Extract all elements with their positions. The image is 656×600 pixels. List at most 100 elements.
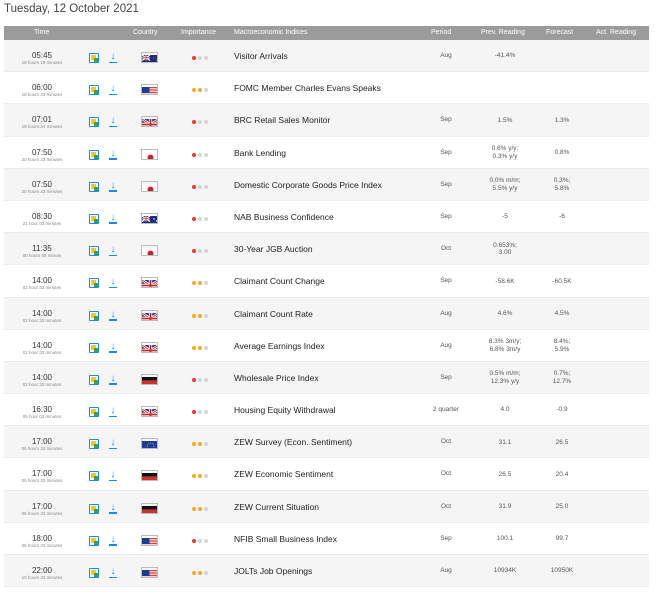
- add-to-calendar-icon[interactable]: [89, 53, 99, 63]
- add-to-calendar-icon[interactable]: [89, 181, 99, 192]
- table-row[interactable]: 05:45 18 hours 18 minutes ↓ Visitor Arrival…: [4, 40, 649, 73]
- table-row[interactable]: 14:00 02 hour 33 minutes ↓ Wholesale Price …: [4, 361, 649, 395]
- download-icon[interactable]: ↓: [108, 245, 118, 257]
- event-countdown: 18 hours 33 minutes: [21, 92, 63, 98]
- header-period[interactable]: Period: [431, 26, 451, 40]
- add-to-calendar-icon[interactable]: [89, 213, 99, 224]
- table-row[interactable]: 17:00 05 hours 33 minutes ↓ ZEW Economic Se…: [4, 458, 649, 491]
- importance-indicator: [192, 538, 210, 544]
- table-row[interactable]: 07:50 20 hours 23 minutes ↓ Bank Lending Sep…: [4, 136, 649, 169]
- add-to-calendar-icon[interactable]: [89, 535, 99, 546]
- forecast-line: 5.9%: [554, 345, 570, 353]
- indicator-name[interactable]: ZEW Current Situation: [234, 502, 319, 512]
- download-icon[interactable]: ↓: [108, 148, 118, 160]
- add-to-calendar-icon[interactable]: [89, 374, 99, 385]
- table-row[interactable]: 11:35 00 hours 08 minute ↓ 30-Year JGB Auct…: [4, 233, 649, 266]
- indicator-name[interactable]: ZEW Survey (Econ. Sentiment): [234, 437, 352, 447]
- header-actual-reading[interactable]: Act. Reading: [596, 26, 636, 40]
- table-row[interactable]: 07:50 20 hours 23 minutes ↓ Domestic Corpor…: [4, 168, 649, 201]
- indicator-name[interactable]: ZEW Economic Sentiment: [234, 469, 333, 479]
- indicator-name[interactable]: BRC Retail Sales Monitor: [234, 115, 330, 125]
- forecast: 26.5: [534, 426, 590, 458]
- table-row[interactable]: 14:00 02 hour 33 minutes ↓ Claimant Count C…: [4, 265, 649, 298]
- add-to-calendar-icon[interactable]: [89, 439, 99, 450]
- importance-dot: [204, 571, 208, 575]
- indicator-name[interactable]: JOLTs Job Openings: [234, 566, 312, 576]
- event-countdown: 19 hours 34 minutes: [21, 124, 63, 130]
- indicator-name[interactable]: Bank Lending: [234, 148, 286, 158]
- download-icon[interactable]: ↓: [108, 212, 118, 224]
- table-row[interactable]: 18:00 06 hours 33 minutes ↓ NFIB Small Busi…: [4, 522, 649, 555]
- importance-dot: [192, 571, 196, 575]
- add-to-calendar-icon[interactable]: [89, 117, 99, 128]
- indicator-name[interactable]: Claimant Count Change: [234, 276, 325, 286]
- add-to-calendar-icon[interactable]: [89, 342, 99, 353]
- download-icon[interactable]: ↓: [108, 534, 118, 546]
- importance-indicator: [192, 120, 210, 125]
- table-row[interactable]: 22:00 10 hours 33 minutes ↓ JOLTs Job Openi…: [4, 555, 649, 588]
- indicator-name[interactable]: Wholesale Price Index: [234, 373, 319, 383]
- download-icon[interactable]: ↓: [108, 309, 118, 321]
- download-icon[interactable]: ↓: [108, 470, 118, 482]
- download-icon[interactable]: ↓: [108, 341, 118, 353]
- add-to-calendar-icon[interactable]: [89, 310, 99, 321]
- importance-dot: [198, 216, 202, 221]
- download-icon[interactable]: ↓: [108, 438, 118, 450]
- event-countdown: 10 hours 33 minutes: [21, 575, 63, 580]
- indicator-name[interactable]: Claimant Count Rate: [234, 309, 313, 319]
- importance-dot: [198, 184, 202, 189]
- download-icon[interactable]: ↓: [108, 502, 118, 514]
- add-to-calendar-icon[interactable]: [89, 568, 99, 578]
- download-icon[interactable]: ↓: [108, 52, 118, 63]
- header-forecast[interactable]: Forecast: [546, 26, 573, 40]
- table-row[interactable]: 17:00 05 hours 33 minutes ↓ ZEW Survey (Eco…: [4, 426, 649, 459]
- add-to-calendar-icon[interactable]: [89, 85, 99, 96]
- indicator-name[interactable]: Housing Equity Withdrawal: [234, 405, 336, 415]
- event-period: Sep: [440, 180, 452, 188]
- header-prev-reading[interactable]: Prev. Reading: [481, 26, 525, 40]
- indicator-name[interactable]: Average Earnings Index: [234, 341, 325, 351]
- download-icon[interactable]: ↓: [108, 406, 118, 418]
- indicator-name[interactable]: FOMC Member Charles Evans Speaks: [234, 83, 381, 93]
- table-row[interactable]: 14:00 02 hour 33 minutes ↓ Claimant Count R…: [4, 297, 649, 330]
- add-to-calendar-icon[interactable]: [89, 471, 99, 482]
- indicator-name[interactable]: Visitor Arrivals: [234, 51, 288, 61]
- event-period: Aug: [440, 52, 452, 59]
- forecast: 20.4: [534, 458, 590, 490]
- event-period: Aug: [440, 567, 452, 574]
- download-icon[interactable]: ↓: [108, 567, 118, 578]
- add-to-calendar-icon[interactable]: [89, 503, 99, 514]
- table-row[interactable]: 07:01 19 hours 34 minutes ↓ BRC Retail Sale…: [4, 104, 649, 137]
- indicator-name[interactable]: NAB Business Confidence: [234, 212, 334, 222]
- indicator-name[interactable]: 30-Year JGB Auction: [234, 244, 313, 254]
- download-icon[interactable]: ↓: [108, 277, 118, 289]
- table-row[interactable]: 06:00 18 hours 33 minutes ↓ FOMC Member Cha…: [4, 72, 649, 105]
- header-country[interactable]: Country: [133, 26, 158, 40]
- indicator-name[interactable]: Domestic Corporate Goods Price Index: [234, 180, 382, 190]
- header-indicator[interactable]: Macroeconomic Indices: [234, 26, 308, 40]
- event-time-value: 14:00: [31, 276, 53, 286]
- table-row[interactable]: 17:00 05 hours 33 minutes ↓ ZEW Current Sit…: [4, 490, 649, 523]
- table-row[interactable]: 16:30 05 hour 03 minutes ↓ Housing Equity W…: [4, 394, 649, 427]
- importance-dot: [204, 281, 208, 286]
- country-flag-icon: [141, 502, 158, 514]
- event-time: 17:00 05 hours 33 minutes: [4, 469, 80, 484]
- add-to-calendar-icon[interactable]: [89, 246, 99, 257]
- importance-indicator: [192, 152, 210, 158]
- prev-reading-line: 4.0: [500, 406, 510, 414]
- add-to-calendar-icon[interactable]: [89, 149, 99, 160]
- add-to-calendar-icon[interactable]: [89, 407, 99, 418]
- download-icon[interactable]: ↓: [108, 84, 118, 96]
- importance-dot: [198, 538, 202, 543]
- header-importance[interactable]: Importance: [181, 26, 216, 40]
- table-row[interactable]: 14:00 02 hour 33 minutes ↓ Average Earnings…: [4, 329, 649, 362]
- importance-dot: [198, 571, 202, 575]
- download-icon[interactable]: ↓: [108, 116, 118, 128]
- indicator-name[interactable]: NFIB Small Business Index: [234, 534, 337, 544]
- download-icon[interactable]: ↓: [108, 180, 118, 192]
- add-to-calendar-icon[interactable]: [89, 278, 99, 289]
- download-icon[interactable]: ↓: [108, 373, 118, 385]
- table-row[interactable]: 08:30 21 hour 03 minutes ↓ NAB Business Con…: [4, 200, 649, 234]
- header-time[interactable]: Time: [34, 26, 49, 40]
- event-time: 14:00 02 hour 33 minutes: [4, 276, 80, 291]
